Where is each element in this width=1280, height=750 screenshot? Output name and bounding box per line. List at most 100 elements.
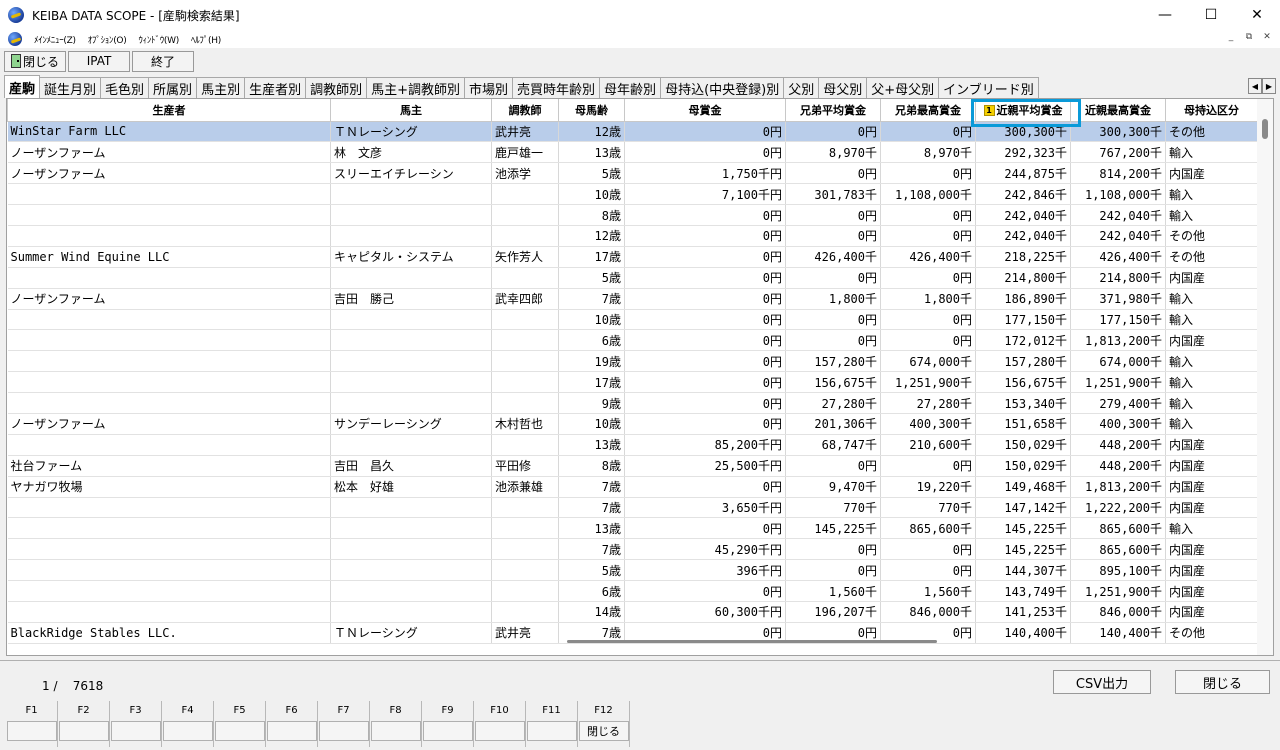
tab-owner-trainer[interactable]: 馬主+調教師別 xyxy=(366,77,466,98)
table-row[interactable]: 14歳 60,300千円 196,207千 846,000千 141,253千 846,0… xyxy=(7,601,1258,623)
table-row[interactable]: 13歳 85,200千円 68,747千 210,600千 150,029千 448,20… xyxy=(7,434,1258,456)
menu-main[interactable]: ﾒｲﾝﾒﾆｭｰ(Z) xyxy=(34,33,76,46)
close-button[interactable]: 閉じる xyxy=(1175,670,1270,694)
cell-breeder xyxy=(7,329,331,352)
tab-owner[interactable]: 馬主別 xyxy=(196,77,246,98)
csv-export-button[interactable]: CSV出力 xyxy=(1053,670,1151,694)
cell-sibling-avg: 68,747千 xyxy=(785,434,881,456)
fkey-button-f1[interactable] xyxy=(6,721,57,741)
col-header-trainer[interactable]: 調教師 xyxy=(491,99,559,122)
fkey-f11: F11 xyxy=(526,701,578,747)
cell-dam-prize: 0円 xyxy=(624,141,786,164)
cell-relative-max: 846,000千 xyxy=(1070,601,1166,623)
table-row[interactable]: ノーザンファーム スリーエイチレーシン 池添学 5歳 1,750千円 0円 0円 244,87… xyxy=(7,162,1258,185)
table-row[interactable]: 5歳 0円 0円 0円 214,800千 214,800千 内国産 xyxy=(7,267,1258,289)
cell-owner: 吉田 勝己 xyxy=(330,288,492,310)
tab-market[interactable]: 市場別 xyxy=(464,77,514,98)
tab-dam-age[interactable]: 母年齢別 xyxy=(599,77,662,98)
vertical-scrollbar[interactable] xyxy=(1257,99,1273,655)
tab-trainer[interactable]: 調教師別 xyxy=(305,77,368,98)
table-row[interactable]: 10歳 7,100千円 301,783千 1,108,000千 242,846千 1,10… xyxy=(7,183,1258,206)
menu-globe-icon[interactable] xyxy=(8,32,22,46)
cell-relative-avg: 172,012千 xyxy=(975,329,1071,352)
horizontal-scroll-thumb[interactable] xyxy=(567,640,937,643)
fkey-button-f11[interactable] xyxy=(526,721,577,741)
tab-coat-color[interactable]: 毛色別 xyxy=(100,77,150,98)
cell-relative-max: 300,300千 xyxy=(1070,121,1166,143)
cell-breeder: ノーザンファーム xyxy=(7,162,331,185)
table-row[interactable]: ヤナガワ牧場 松本 好雄 池添兼雄 7歳 0円 9,470千 19,220千 149,468千… xyxy=(7,476,1258,498)
menu-window[interactable]: ｳｨﾝﾄﾞｳ(W) xyxy=(138,33,179,46)
mdi-close-button[interactable]: ✕ xyxy=(1260,30,1274,44)
col-header-sibling-max[interactable]: 兄弟最高賞金 xyxy=(880,99,976,122)
table-row[interactable]: 13歳 0円 145,225千 865,600千 145,225千 865,600千 輸入 xyxy=(7,517,1258,540)
fkey-button-f8[interactable] xyxy=(370,721,421,741)
table-row[interactable]: ノーザンファーム林 文彦 鹿戸雄一 13歳 0円 8,970千 8,970千 292,323… xyxy=(7,141,1258,164)
toolbar-close-button[interactable]: 閉じる xyxy=(4,50,66,72)
col-header-dam-import[interactable]: 母持込区分 xyxy=(1165,99,1258,122)
menu-options[interactable]: ｵﾌﾟｼｮﾝ(O) xyxy=(88,33,127,46)
tab-affiliation[interactable]: 所属別 xyxy=(148,77,198,98)
table-row[interactable]: 8歳 0円 0円 0円 242,040千 242,040千 輸入 xyxy=(7,204,1258,226)
cell-sibling-max: 1,108,000千 xyxy=(880,183,976,206)
cell-dam-import: 輸入 xyxy=(1165,392,1258,414)
fkey-button-f6[interactable] xyxy=(266,721,317,741)
cell-breeder xyxy=(7,204,331,226)
fkey-button-f4[interactable] xyxy=(162,721,213,741)
col-header-dam-age[interactable]: 母馬齢 xyxy=(558,99,625,122)
table-row[interactable]: 10歳 0円 0円 0円 177,150千 177,150千 輸入 xyxy=(7,309,1258,331)
col-header-relative-avg[interactable]: 1 近親平均賞金 xyxy=(975,99,1071,122)
table-row[interactable]: 7歳 45,290千円 0円 0円 145,225千 865,600千 内国産 xyxy=(7,538,1258,561)
table-row[interactable]: 6歳 0円 0円 0円 172,012千 1,813,200千 内国産 xyxy=(7,329,1258,352)
table-row[interactable]: WinStar Farm LLC ＴＮレーシング 武井亮 12歳 0円 0円 0円 300,3… xyxy=(7,121,1258,143)
menu-help[interactable]: ﾍﾙﾌﾟ(H) xyxy=(191,33,221,46)
table-row[interactable]: 5歳 396千円 0円 0円 144,307千 895,100千 内国産 xyxy=(7,559,1258,582)
cell-dam-prize: 0円 xyxy=(624,267,786,289)
tab-sire-bms[interactable]: 父+母父別 xyxy=(866,77,940,98)
tab-dam-import[interactable]: 母持込(中央登録)別 xyxy=(660,77,785,98)
col-header-sibling-avg[interactable]: 兄弟平均賞金 xyxy=(785,99,881,122)
tab-broodmare-sire[interactable]: 母父別 xyxy=(818,77,868,98)
fkey-button-f12[interactable]: 閉じる xyxy=(578,721,629,741)
ipat-button[interactable]: IPAT xyxy=(68,50,130,72)
col-header-breeder[interactable]: 生産者 xyxy=(7,99,331,122)
cell-owner xyxy=(330,601,492,623)
col-header-dam-prize[interactable]: 母賞金 xyxy=(624,99,786,122)
fkey-button-f9[interactable] xyxy=(422,721,473,741)
maximize-button[interactable]: ☐ xyxy=(1188,0,1234,30)
col-header-owner[interactable]: 馬主 xyxy=(330,99,492,122)
col-header-relative-max[interactable]: 近親最高賞金 xyxy=(1070,99,1166,122)
minimize-button[interactable]: — xyxy=(1142,0,1188,30)
table-row[interactable]: 9歳 0円 27,280千 27,280千 153,340千 279,400千 輸入 xyxy=(7,392,1258,414)
table-row[interactable]: 7歳 3,650千円 770千 770千 147,142千 1,222,200千 内国産 xyxy=(7,497,1258,519)
fkey-button-f5[interactable] xyxy=(214,721,265,741)
table-row[interactable]: ノーザンファーム サンデーレーシング 木村哲也 10歳 0円 201,306千 400,30… xyxy=(7,413,1258,435)
fkey-button-f10[interactable] xyxy=(474,721,525,741)
fkey-button-f2[interactable] xyxy=(58,721,109,741)
close-window-button[interactable]: ✕ xyxy=(1234,0,1280,30)
cell-dam-age: 7歳 xyxy=(558,538,625,561)
tab-scroll-left-icon[interactable]: ◀ xyxy=(1248,78,1262,94)
fkey-button-f7[interactable] xyxy=(318,721,369,741)
tab-inbreed[interactable]: インブリード別 xyxy=(938,77,1039,98)
fkey-button-f3[interactable] xyxy=(110,721,161,741)
table-row[interactable]: 19歳 0円 157,280千 674,000千 157,280千 674,000千 輸入 xyxy=(7,350,1258,373)
table-row[interactable]: 17歳 0円 156,675千 1,251,900千 156,675千 1,251,900… xyxy=(7,371,1258,394)
exit-button[interactable]: 終了 xyxy=(132,50,194,72)
tab-breeder[interactable]: 生産者別 xyxy=(244,77,307,98)
mdi-minimize-button[interactable]: _ xyxy=(1224,30,1238,44)
window-controls: — ☐ ✕ xyxy=(1142,0,1280,30)
tab-sale-age[interactable]: 売買時年齢別 xyxy=(512,77,601,98)
results-grid[interactable]: 生産者 馬主 調教師 母馬齢 母賞金 兄弟平均賞金 兄弟最高賞金 1 近親平均賞金… xyxy=(6,98,1274,656)
mdi-restore-button[interactable]: ⧉ xyxy=(1242,30,1256,44)
table-row[interactable]: 社台ファーム 吉田 昌久 平田修 8歳 25,500千円 0円 0円 150,029千 448,… xyxy=(7,455,1258,477)
tab-birth-month[interactable]: 誕生月別 xyxy=(39,77,102,98)
table-row[interactable]: 12歳 0円 0円 0円 242,040千 242,040千 その他 xyxy=(7,225,1258,247)
table-row[interactable]: ノーザンファーム 吉田 勝己 武幸四郎 7歳 0円 1,800千 1,800千 186,890… xyxy=(7,288,1258,310)
tab-sanku[interactable]: 産駒 xyxy=(4,75,41,98)
table-row[interactable]: Summer Wind Equine LLC キャピタル・システム 矢作芳人 17歳 0… xyxy=(7,246,1258,268)
tab-scroll-right-icon[interactable]: ▶ xyxy=(1262,78,1276,94)
vertical-scroll-thumb[interactable] xyxy=(1262,119,1268,139)
tab-sire[interactable]: 父別 xyxy=(783,77,820,98)
table-row[interactable]: 6歳 0円 1,560千 1,560千 143,749千 1,251,900千 内国産 xyxy=(7,580,1258,602)
